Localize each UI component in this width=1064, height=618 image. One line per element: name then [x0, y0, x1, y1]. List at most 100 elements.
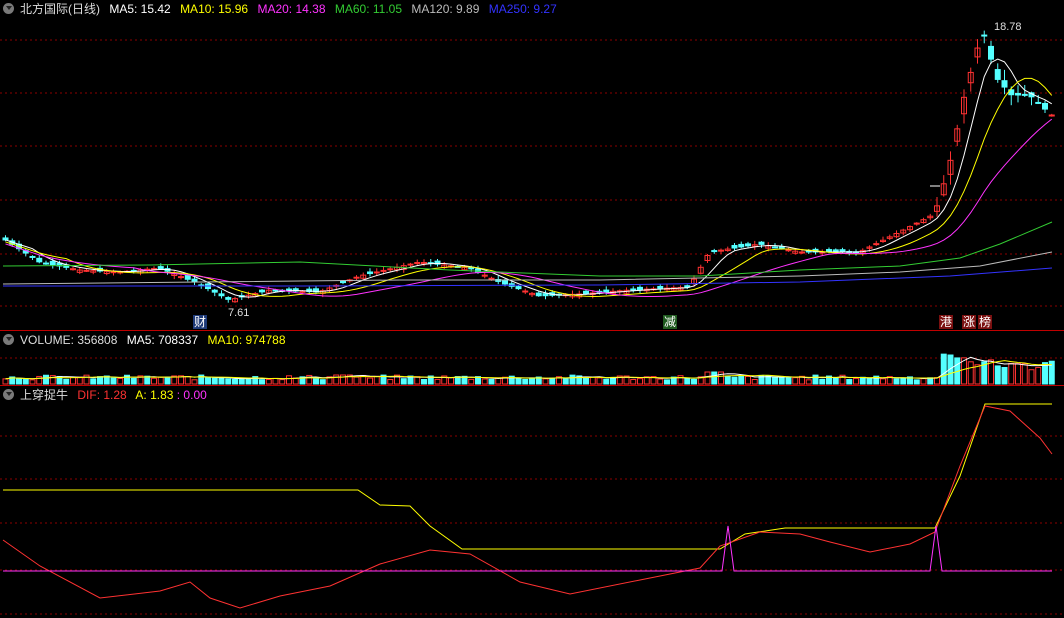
- event-marker-hk[interactable]: 港: [939, 315, 954, 329]
- volume-bar: [657, 378, 664, 385]
- candle-body: [49, 260, 56, 266]
- volume-bar: [232, 378, 238, 385]
- volume-bar: [353, 376, 360, 385]
- volume-panel[interactable]: VOLUME: 356808 MA5: 708337 MA10: 974788: [0, 331, 1064, 386]
- a-line: [3, 403, 1052, 550]
- volume-bar: [846, 379, 853, 385]
- ma120-label: MA120: 9.89: [411, 2, 480, 16]
- candle-body: [502, 279, 508, 285]
- event-marker-reduce[interactable]: 减: [663, 315, 678, 329]
- volume-bar: [400, 378, 407, 385]
- volume-bar: [866, 378, 873, 385]
- candle-body: [178, 276, 184, 279]
- candle-body: [988, 45, 994, 60]
- volume-bar: [1001, 367, 1008, 385]
- candle-body: [873, 243, 880, 246]
- volume-bar: [1008, 362, 1015, 385]
- candle-body: [29, 255, 36, 258]
- volume-bar: [43, 374, 49, 385]
- candle-body: [785, 249, 792, 252]
- volume-bar: [610, 376, 616, 385]
- event-marker-list[interactable]: 榜: [978, 315, 993, 329]
- stock-title: 北方国际(日线): [20, 2, 100, 16]
- candle-body: [630, 288, 637, 291]
- price-chart: [0, 30, 1064, 307]
- volume-bar: [704, 371, 711, 385]
- candle-body: [738, 243, 745, 248]
- price-panel[interactable]: 北方国际(日线) MA5: 15.42 MA10: 15.96 MA20: 14…: [0, 0, 1064, 331]
- indicator-title: 上穿捉牛: [20, 388, 69, 402]
- volume-bar: [272, 377, 279, 385]
- volume-bar: [434, 378, 441, 385]
- candle-body: [407, 263, 414, 266]
- volume-bar: [664, 379, 670, 385]
- volume-bar: [691, 378, 697, 385]
- volume-bar: [265, 379, 272, 385]
- candle-body: [772, 246, 778, 249]
- volume-bar: [805, 379, 812, 385]
- volume-bar: [22, 379, 29, 385]
- volume-bar: [515, 378, 522, 385]
- candle-body: [1035, 101, 1042, 104]
- indicator-z: : 0.00: [176, 388, 207, 402]
- volume-bar: [1035, 366, 1042, 385]
- price-header: 北方国际(日线) MA5: 15.42 MA10: 15.96 MA20: 14…: [0, 0, 563, 18]
- volume-bar: [448, 377, 454, 385]
- candle-body: [488, 277, 495, 280]
- volume-bar: [70, 376, 76, 385]
- event-marker-finance[interactable]: 财: [193, 315, 208, 329]
- panel-menu-icon[interactable]: [3, 389, 14, 400]
- volume-bar: [245, 377, 252, 385]
- volume-bar: [76, 376, 83, 385]
- candle-body: [745, 243, 751, 247]
- volume-bar: [677, 375, 684, 385]
- volume-bar: [313, 378, 319, 385]
- volume-bar: [913, 379, 920, 385]
- volume-bar: [745, 375, 751, 385]
- candle-body: [535, 292, 542, 297]
- candle-body: [184, 274, 191, 280]
- volume-bar: [83, 374, 90, 385]
- volume-bar: [920, 378, 927, 385]
- volume-bar: [549, 377, 556, 385]
- volume-bar: [994, 365, 1001, 385]
- candle-body: [515, 286, 522, 290]
- panel-menu-icon[interactable]: [3, 334, 14, 345]
- indicator-panel[interactable]: 上穿捉牛 DIF: 1.28 A: 1.83 : 0.00: [0, 386, 1064, 618]
- volume-bar: [684, 378, 691, 385]
- ma20-label: MA20: 14.38: [257, 2, 326, 16]
- event-marker-limitup[interactable]: 涨: [962, 315, 977, 329]
- volume-ma10: MA10: 974788: [207, 333, 286, 347]
- indicator-dif: DIF: 1.28: [77, 388, 127, 402]
- volume-bar: [373, 375, 380, 385]
- volume-bar: [819, 378, 826, 385]
- indicator-header: 上穿捉牛 DIF: 1.28 A: 1.83 : 0.00: [0, 386, 213, 404]
- volume-bar: [893, 378, 900, 385]
- candle-body: [1048, 114, 1055, 117]
- volume-bar: [1015, 363, 1021, 385]
- volume-bar: [751, 379, 758, 385]
- candle-body: [542, 293, 549, 297]
- volume-bar: [589, 376, 596, 385]
- volume-bar: [225, 378, 232, 385]
- volume-bar: [238, 378, 245, 385]
- volume-bar: [97, 376, 103, 385]
- ma5-label: MA5: 15.42: [109, 2, 171, 16]
- volume-bar: [569, 374, 576, 385]
- candle-body: [353, 276, 360, 279]
- volume-bar: [711, 371, 718, 385]
- volume-bar: [967, 361, 974, 385]
- volume-ma10-line: [5, 360, 1052, 380]
- volume-bar: [468, 378, 475, 385]
- panel-menu-icon[interactable]: [3, 3, 14, 14]
- volume-bar: [596, 377, 603, 385]
- volume-bar: [259, 379, 265, 385]
- ma250-label: MA250: 9.27: [488, 2, 557, 16]
- candle-body: [1042, 102, 1048, 110]
- volume-bar: [414, 376, 421, 385]
- candle-body: [218, 293, 225, 297]
- volume-bar: [880, 378, 886, 385]
- volume-bar: [488, 378, 495, 385]
- volume-bar: [731, 376, 738, 385]
- volume-title: VOLUME: 356808: [20, 333, 118, 347]
